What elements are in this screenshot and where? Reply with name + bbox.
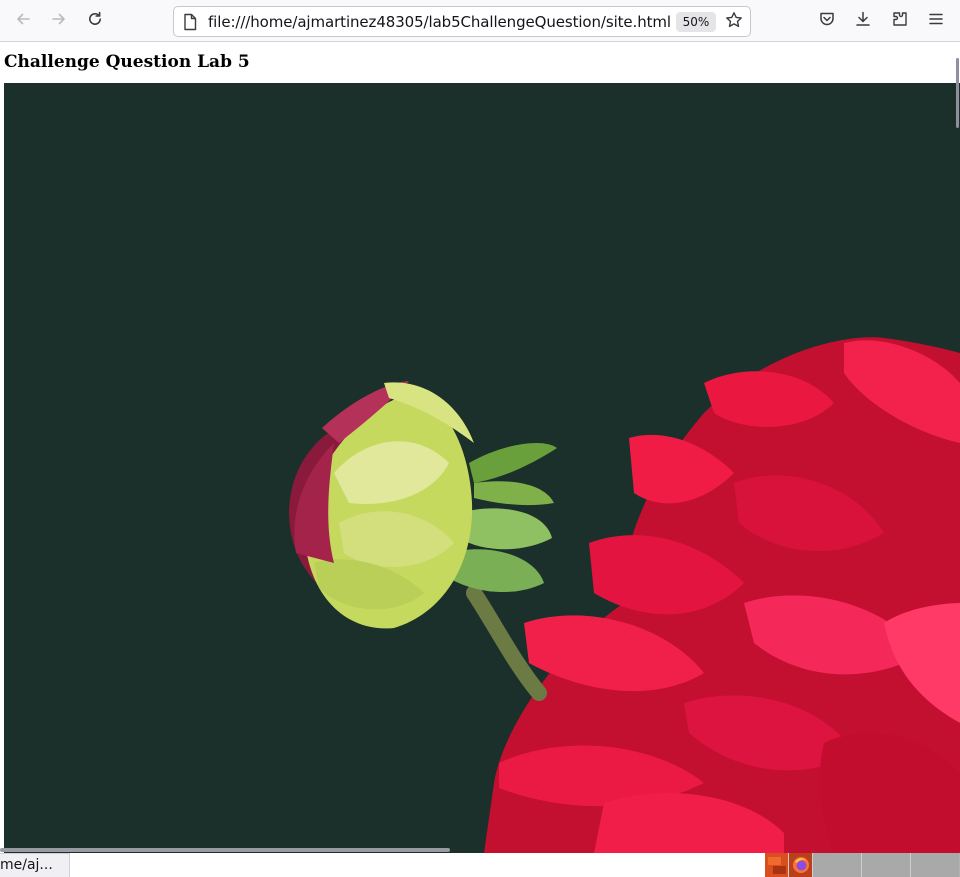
ubuntu-workspace-icon[interactable] [765, 853, 789, 877]
taskbar-slot[interactable] [862, 853, 911, 877]
puzzle-icon [891, 10, 909, 32]
vertical-scrollbar-thumb[interactable] [956, 58, 959, 128]
arrow-left-icon [14, 10, 32, 32]
address-bar[interactable]: file:///home/ajmartinez48305/lab5Challen… [173, 6, 751, 37]
firefox-icon[interactable] [789, 853, 813, 877]
forward-button[interactable] [45, 7, 73, 35]
arrow-right-icon [50, 10, 68, 32]
reload-button[interactable] [81, 7, 109, 35]
taskbar-slot[interactable] [911, 853, 959, 877]
status-link-preview: me/aj... [0, 853, 70, 877]
extensions-button[interactable] [886, 7, 914, 35]
bookmark-star-button[interactable] [723, 11, 745, 33]
dahlia-flower-photo [4, 83, 960, 853]
vertical-scrollbar[interactable] [955, 42, 960, 853]
os-taskbar [765, 853, 960, 877]
url-text[interactable]: file:///home/ajmartinez48305/lab5Challen… [208, 13, 671, 31]
pocket-icon [818, 10, 836, 32]
zoom-level-button[interactable]: 50% [676, 12, 716, 32]
downloads-button[interactable] [849, 7, 877, 35]
download-icon [854, 10, 872, 32]
app-menu-button[interactable] [922, 7, 950, 35]
star-icon [725, 11, 743, 33]
page-title: Challenge Question Lab 5 [4, 52, 250, 72]
document-icon [182, 13, 198, 31]
back-button[interactable] [9, 7, 37, 35]
taskbar-slot[interactable] [813, 853, 862, 877]
reload-icon [86, 10, 104, 32]
pocket-button[interactable] [813, 7, 841, 35]
browser-toolbar: file:///home/ajmartinez48305/lab5Challen… [0, 0, 960, 42]
horizontal-scrollbar-thumb[interactable] [0, 848, 450, 852]
hamburger-menu-icon [927, 10, 945, 32]
